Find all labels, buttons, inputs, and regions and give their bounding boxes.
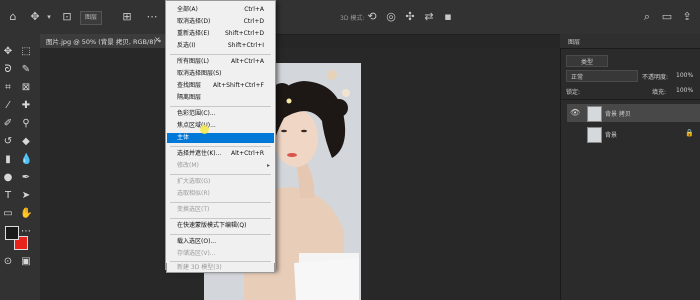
3d-pan-icon[interactable]: ✣ — [403, 10, 417, 24]
menu-item-focus-area[interactable]: 焦点区域(U)... — [167, 121, 274, 131]
path-select-tool-icon[interactable]: ➤ — [20, 190, 32, 202]
layer-name: 背景 — [605, 132, 618, 139]
frame-tool-icon[interactable]: ⊠ — [20, 82, 32, 94]
3d-orbit-icon[interactable]: ⟲ — [365, 10, 379, 24]
menu-item-quick-mask[interactable]: 在快速蒙版模式下编辑(Q) — [167, 221, 274, 231]
menu-separator — [170, 174, 271, 175]
fill-label: 填充: — [652, 89, 667, 96]
workspace-icon[interactable]: ▭ — [660, 10, 674, 24]
blend-mode-dropdown[interactable]: 正常 — [566, 70, 638, 82]
opacity-label: 不透明度: — [642, 74, 669, 81]
hand-tool-icon[interactable]: ✋ — [20, 208, 32, 220]
layers-panel-header: 图层 — [560, 34, 700, 49]
menu-item-similar[interactable]: 选取相似(R) — [167, 189, 274, 199]
document-tab-title: 图片.jpg @ 50% (背景 拷贝, RGB/8) * — [46, 38, 162, 46]
quick-mask-icon[interactable]: ⊙ — [2, 256, 14, 268]
move-tool-icon[interactable]: ✥ — [2, 46, 14, 58]
close-icon[interactable]: × — [154, 35, 161, 44]
select-menu: 全部(A) Ctrl+A 取消选择(D) Ctrl+D 重新选择(E) Shift+C… — [165, 0, 276, 270]
layers-tab[interactable]: 图层 — [568, 37, 580, 46]
chevron-down-icon[interactable]: ▾ — [42, 10, 56, 24]
menu-item-new-3d-model[interactable]: 新建 3D 模型(3) — [166, 263, 275, 273]
menu-separator — [170, 202, 271, 203]
3d-slide-icon[interactable]: ⇄ — [422, 10, 436, 24]
clone-stamp-tool-icon[interactable]: ⚲ — [20, 118, 32, 130]
panel-divider — [561, 99, 700, 100]
3d-mode-label: 3D 模式: — [340, 15, 365, 22]
menu-item-save-selection[interactable]: 存储选区(V)... — [167, 249, 274, 259]
menu-item-transform-selection[interactable]: 变换选区(T) — [167, 205, 274, 215]
eyedropper-tool-icon[interactable]: ⁄ — [2, 100, 14, 112]
menu-separator — [170, 234, 271, 235]
screen-mode-icon[interactable]: ▣ — [20, 256, 32, 268]
menu-separator — [170, 261, 271, 262]
menu-item-modify[interactable]: 修改(M) ▸ — [167, 161, 274, 171]
foreground-color-swatch[interactable] — [5, 226, 19, 240]
menu-item-deselect-layers[interactable]: 取消选择图层(S) — [167, 69, 274, 79]
quick-select-tool-icon[interactable]: ✎ — [20, 64, 32, 76]
share-icon[interactable]: ⇪ — [680, 10, 694, 24]
menu-item-select-and-mask[interactable]: 选择并遮住(K)... Alt+Ctrl+R — [167, 149, 274, 159]
move-tool-icon[interactable]: ✥ — [28, 10, 42, 24]
options-bar: ⌂ ✥ ▾ ⊡ 图层 ⊞ ⋯ 3D 模式: ⟲ ◎ ✣ ⇄ ▪ ⌕ ▭ ⇪ — [0, 0, 700, 35]
eye-icon[interactable]: 👁 — [570, 108, 580, 117]
distribute-icon[interactable]: ⋯ — [145, 10, 159, 24]
menu-item-reselect[interactable]: 重新选择(E) Shift+Ctrl+D — [167, 29, 274, 39]
menu-separator — [170, 54, 271, 55]
blur-tool-icon[interactable]: 💧 — [20, 154, 32, 166]
auto-select-dropdown[interactable]: 图层 — [80, 11, 103, 25]
fill-value[interactable]: 100% — [676, 87, 693, 94]
align-icon[interactable]: ⊞ — [120, 10, 134, 24]
menu-separator — [170, 218, 271, 219]
menu-separator — [170, 106, 271, 107]
menu-item-subject[interactable]: 主体 — [167, 133, 274, 143]
layer-thumbnail — [587, 106, 602, 122]
layer-row[interactable]: 背景 🔒 — [567, 125, 700, 143]
layer-thumbnail — [587, 127, 602, 143]
tools-panel: ✥ ⬚ ᘐ ✎ ⌗ ⊠ ⁄ ✚ ✐ ⚲ ↺ ◆ ▮ 💧 ● ✒ T ➤ ▭ ✋ … — [0, 34, 41, 300]
submenu-arrow-icon: ▸ — [266, 162, 270, 169]
layer-name: 背景 拷贝 — [605, 111, 631, 118]
menu-item-select-all[interactable]: 全部(A) Ctrl+A — [167, 5, 274, 15]
3d-roll-icon[interactable]: ◎ — [384, 10, 398, 24]
pen-tool-icon[interactable]: ✒ — [20, 172, 32, 184]
opacity-value[interactable]: 100% — [676, 72, 693, 79]
menu-item-deselect[interactable]: 取消选择(D) Ctrl+D — [167, 17, 274, 27]
history-brush-tool-icon[interactable]: ↺ — [2, 136, 14, 148]
menu-item-color-range[interactable]: 色彩范围(C)... — [167, 109, 274, 119]
dodge-tool-icon[interactable]: ● — [2, 172, 14, 184]
lock-label: 锁定: — [566, 89, 581, 96]
healing-brush-tool-icon[interactable]: ✚ — [20, 100, 32, 112]
eraser-tool-icon[interactable]: ◆ — [20, 136, 32, 148]
menu-separator — [170, 146, 271, 147]
search-icon[interactable]: ⌕ — [640, 10, 654, 24]
auto-select-icon[interactable]: ⊡ — [60, 10, 74, 24]
crop-tool-icon[interactable]: ⌗ — [2, 82, 14, 94]
3d-scale-icon[interactable]: ▪ — [441, 10, 455, 24]
home-icon[interactable]: ⌂ — [6, 10, 20, 24]
lasso-tool-icon[interactable]: ᘐ — [2, 64, 14, 76]
layer-row[interactable]: 👁 背景 拷贝 — [567, 104, 700, 122]
marquee-tool-icon[interactable]: ⬚ — [20, 46, 32, 58]
menu-item-grow[interactable]: 扩大选取(G) — [167, 177, 274, 187]
gradient-tool-icon[interactable]: ▮ — [2, 154, 14, 166]
menu-item-find-layers[interactable]: 查找图层 Alt+Shift+Ctrl+F — [167, 81, 274, 91]
type-tool-icon[interactable]: T — [2, 190, 14, 202]
brush-tool-icon[interactable]: ✐ — [2, 118, 14, 130]
menu-item-inverse[interactable]: 反选(I) Shift+Ctrl+I — [167, 41, 274, 51]
rectangle-tool-icon[interactable]: ▭ — [2, 208, 14, 220]
lock-icon: 🔒 — [685, 129, 694, 137]
menu-item-all-layers[interactable]: 所有图层(L) Alt+Ctrl+A — [167, 57, 274, 67]
layer-filter-dropdown[interactable]: 类型 — [566, 55, 608, 67]
cursor-highlight — [200, 125, 209, 134]
document-tab[interactable]: 图片.jpg @ 50% (背景 拷贝, RGB/8) * × — [40, 34, 166, 48]
menu-item-load-selection[interactable]: 载入选区(O)... — [167, 237, 274, 247]
menu-item-isolate-layers[interactable]: 隔离图层 — [167, 93, 274, 103]
